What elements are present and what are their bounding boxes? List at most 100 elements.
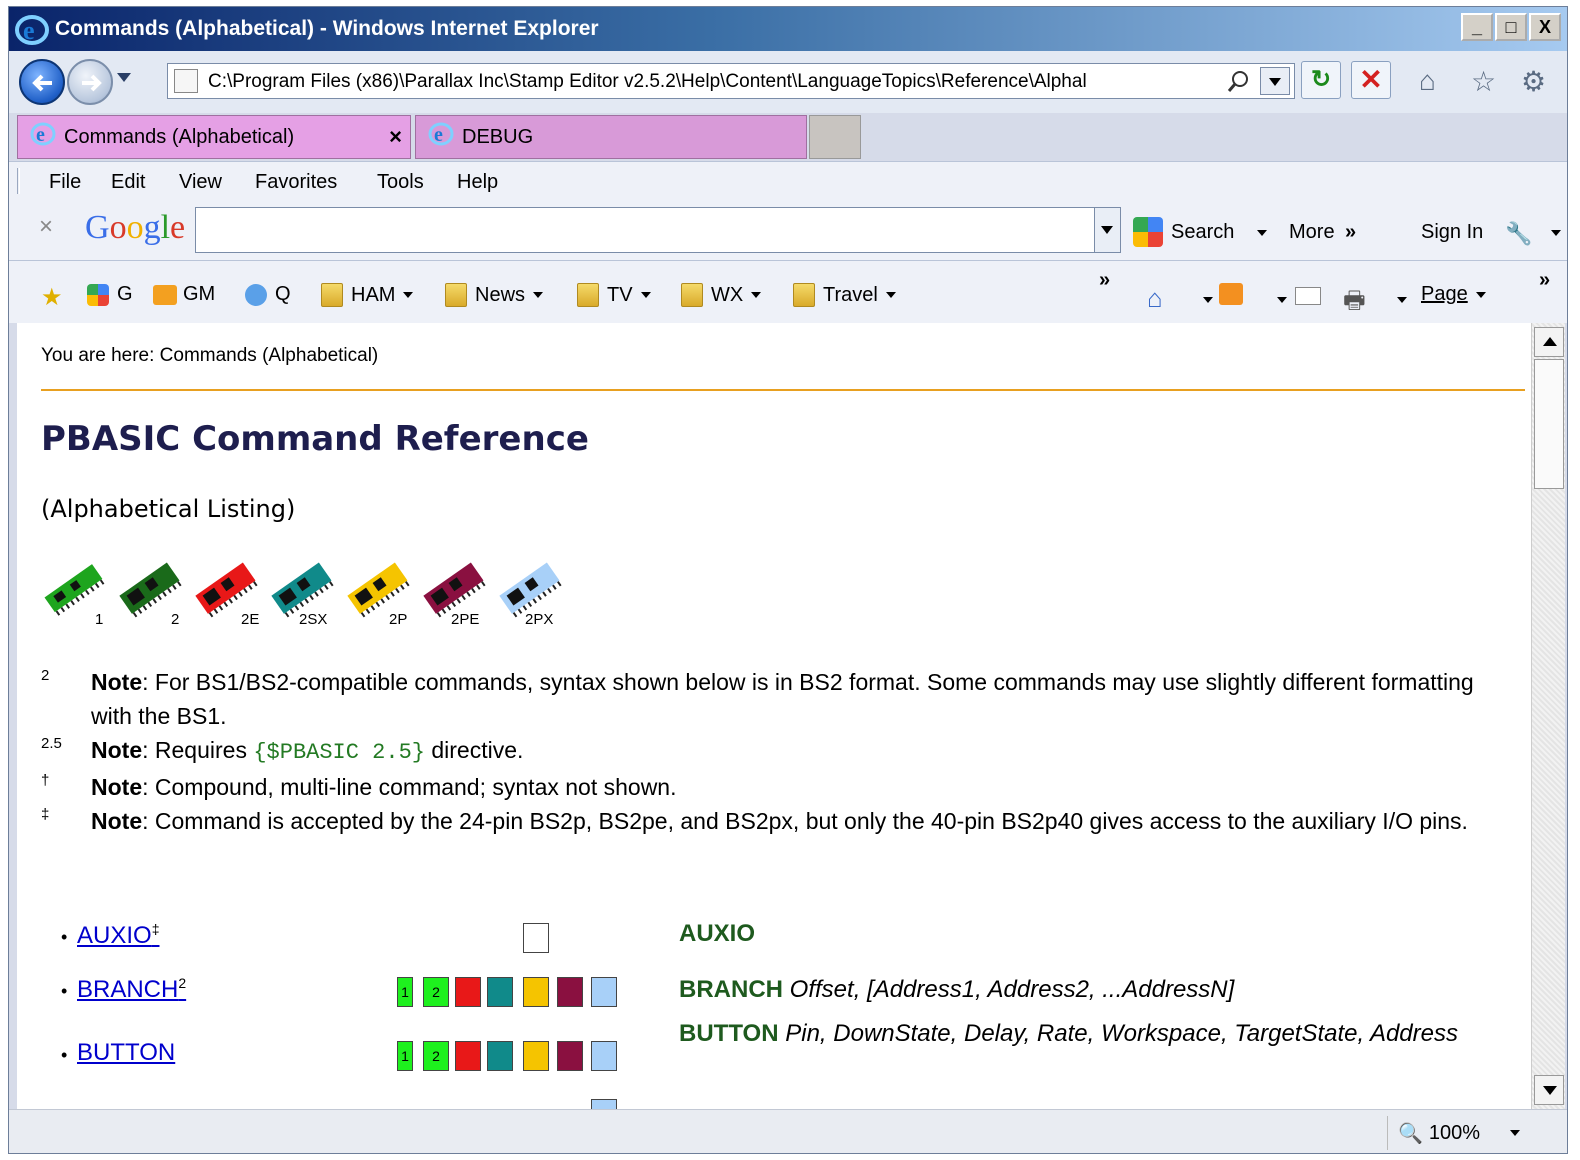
- page-menu-button[interactable]: Page: [1421, 283, 1486, 306]
- ie-logo-icon: e: [15, 15, 49, 51]
- new-tab-button[interactable]: [809, 115, 861, 159]
- address-row: C:\Program Files (x86)\Parallax Inc\Stam…: [9, 51, 1567, 113]
- tab-label: DEBUG: [462, 125, 534, 148]
- note-item: ‡ Note: Command is accepted by the 24-pi…: [41, 804, 1511, 838]
- note-item: 2 Note: For BS1/BS2-compatible commands,…: [41, 665, 1511, 733]
- bs2e-support-icon: [455, 1041, 481, 1071]
- favorite-folder-ham[interactable]: HAM: [321, 283, 414, 307]
- favorite-label: GM: [183, 283, 216, 305]
- chevron-down-icon[interactable]: [1277, 297, 1287, 303]
- mail-icon[interactable]: [1295, 287, 1321, 305]
- folder-icon: [681, 283, 703, 307]
- back-button[interactable]: [19, 59, 65, 105]
- menu-favorites[interactable]: Favorites: [255, 171, 337, 194]
- scroll-up-button[interactable]: [1534, 327, 1564, 357]
- google-search-button[interactable]: Search: [1171, 221, 1234, 244]
- recent-pages-dropdown[interactable]: [117, 73, 131, 82]
- bs2-chip-icon: 2: [115, 559, 185, 633]
- bs2px-support-icon: [591, 1041, 617, 1071]
- google-more-button[interactable]: More: [1289, 221, 1335, 244]
- scroll-thumb[interactable]: [1534, 359, 1564, 489]
- overflow-chevron-icon[interactable]: »: [1099, 269, 1110, 292]
- bullet: •: [61, 981, 68, 1001]
- minimize-button[interactable]: _: [1461, 13, 1493, 41]
- favorite-folder-travel[interactable]: Travel: [793, 283, 896, 307]
- menu-edit[interactable]: Edit: [111, 171, 145, 194]
- close-button[interactable]: X: [1529, 13, 1561, 41]
- vertical-scrollbar[interactable]: [1531, 323, 1565, 1109]
- bs2pe-support-icon: [557, 1041, 583, 1071]
- address-dropdown-button[interactable]: [1260, 67, 1290, 95]
- chip-label: 2PX: [525, 611, 554, 628]
- favorite-label: Q: [275, 283, 291, 305]
- menu-help[interactable]: Help: [457, 171, 498, 194]
- command-link-auxio[interactable]: AUXIO‡: [77, 921, 159, 950]
- favorite-folder-news[interactable]: News: [445, 283, 544, 307]
- print-icon[interactable]: 🖶: [1343, 283, 1366, 324]
- stop-button[interactable]: ✕: [1351, 61, 1391, 99]
- tab-debug[interactable]: e DEBUG: [415, 115, 807, 159]
- rss-feed-icon[interactable]: [1219, 283, 1243, 305]
- chevron-down-icon: [885, 292, 896, 298]
- chevron-down-icon[interactable]: [1551, 230, 1561, 236]
- command-link-branch[interactable]: BRANCH2: [77, 975, 186, 1004]
- search-icon[interactable]: [1226, 70, 1250, 99]
- ie-tab-icon: e: [428, 122, 454, 152]
- google-search-dropdown[interactable]: [1094, 208, 1120, 252]
- command-sup: 2: [178, 975, 187, 991]
- gear-icon[interactable]: ⚙: [1521, 65, 1546, 98]
- command-link-button[interactable]: BUTTON: [77, 1039, 175, 1067]
- favorite-folder-tv[interactable]: TV: [577, 283, 651, 307]
- chevron-down-icon[interactable]: [1203, 297, 1213, 303]
- chip-label: 2PE: [451, 611, 480, 628]
- folder-icon: [793, 283, 815, 307]
- chevron-down-icon[interactable]: [1397, 297, 1407, 303]
- tab-commands[interactable]: e Commands (Alphabetical) ×: [17, 115, 411, 159]
- home-icon[interactable]: ⌂: [1419, 65, 1436, 97]
- page-content: You are here: Commands (Alphabetical) PB…: [17, 323, 1531, 1109]
- bs2px-chip-icon: 2PX: [495, 559, 565, 633]
- overflow-chevron-icon[interactable]: »: [1539, 269, 1550, 292]
- home-icon[interactable]: ⌂: [1147, 283, 1163, 314]
- folder-icon: [321, 283, 343, 307]
- note-symbol: †: [41, 772, 50, 789]
- chevron-down-icon[interactable]: [1257, 230, 1267, 236]
- maximize-button[interactable]: □: [1495, 13, 1527, 41]
- menu-file[interactable]: File: [49, 171, 81, 194]
- favorite-q[interactable]: Q: [245, 283, 291, 306]
- globe-icon: [245, 283, 267, 306]
- address-bar[interactable]: C:\Program Files (x86)\Parallax Inc\Stam…: [167, 63, 1295, 99]
- wrench-icon[interactable]: 🔧: [1505, 221, 1532, 247]
- zoom-control[interactable]: 🔍 100%: [1387, 1116, 1527, 1150]
- google-sign-in-link[interactable]: Sign In: [1421, 221, 1483, 244]
- add-favorites-star-icon[interactable]: ★: [41, 283, 63, 312]
- folder-icon: [445, 283, 467, 307]
- forward-button[interactable]: [67, 59, 113, 105]
- bullet: •: [61, 927, 68, 947]
- favorite-g[interactable]: G: [87, 283, 133, 306]
- favorite-folder-wx[interactable]: WX: [681, 283, 762, 307]
- bs2-support-icon: 2: [423, 1041, 449, 1071]
- note-item: 2.5 Note: Requires {$PBASIC 2.5} directi…: [41, 733, 1511, 770]
- notes-list: 2 Note: For BS1/BS2-compatible commands,…: [41, 665, 1511, 838]
- bs2p-support-icon: [523, 1041, 549, 1071]
- google-toolbar-close-icon[interactable]: ×: [39, 213, 53, 241]
- chevron-down-icon: [640, 292, 651, 298]
- menu-tools[interactable]: Tools: [377, 171, 424, 194]
- bs2-support-icon: 2: [423, 977, 449, 1007]
- scroll-down-button[interactable]: [1534, 1075, 1564, 1105]
- favorite-gm[interactable]: GM: [153, 283, 215, 306]
- chevron-down-icon: [751, 292, 762, 298]
- toolbar-grip[interactable]: [17, 168, 20, 194]
- refresh-button[interactable]: ↻: [1301, 61, 1341, 99]
- google-search-input[interactable]: [195, 207, 1121, 253]
- bs1-chip-icon: 1: [39, 559, 109, 633]
- svg-text:e: e: [36, 124, 45, 146]
- favorites-star-icon[interactable]: ☆: [1471, 65, 1496, 98]
- menu-view[interactable]: View: [179, 171, 222, 194]
- address-url[interactable]: C:\Program Files (x86)\Parallax Inc\Stam…: [208, 71, 1218, 93]
- tab-close-icon[interactable]: ×: [389, 124, 402, 150]
- chip-label: 2SX: [299, 611, 328, 628]
- google-search-icon[interactable]: [1133, 217, 1163, 247]
- bs2sx-chip-icon: 2SX: [267, 559, 337, 633]
